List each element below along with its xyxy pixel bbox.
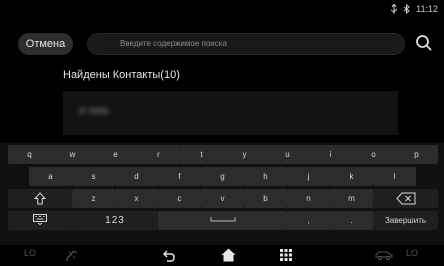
key-j[interactable]: j bbox=[287, 167, 330, 186]
key-period[interactable]: . bbox=[330, 211, 373, 230]
key-o[interactable]: o bbox=[352, 145, 395, 164]
key-t[interactable]: t bbox=[180, 145, 223, 164]
key-v[interactable]: v bbox=[201, 189, 244, 208]
key-a[interactable]: a bbox=[29, 167, 72, 186]
list-item[interactable]: ● ●●● bbox=[63, 91, 398, 135]
key-x[interactable]: x bbox=[115, 189, 158, 208]
key-m[interactable]: m bbox=[330, 189, 373, 208]
key-i[interactable]: i bbox=[309, 145, 352, 164]
search-row: Отмена Введите содержимое поиска bbox=[0, 33, 444, 57]
cancel-button[interactable]: Отмена bbox=[18, 33, 73, 55]
key-d[interactable]: d bbox=[115, 167, 158, 186]
space-icon bbox=[210, 217, 235, 222]
climate-right-label[interactable]: LO bbox=[406, 248, 418, 258]
usb-icon bbox=[391, 4, 398, 14]
climate-fan-icon[interactable] bbox=[64, 249, 78, 262]
key-n[interactable]: n bbox=[287, 189, 330, 208]
backspace-icon bbox=[395, 192, 415, 205]
contact-name-blurred: ● ●●● bbox=[79, 105, 109, 117]
car-icon[interactable] bbox=[375, 250, 393, 260]
bluetooth-icon bbox=[403, 4, 410, 14]
home-icon[interactable] bbox=[221, 248, 236, 262]
results-title: Найдены Контакты(10) bbox=[63, 69, 180, 81]
key-y[interactable]: y bbox=[223, 145, 266, 164]
key-w[interactable]: w bbox=[51, 145, 94, 164]
keyboard-switch-key[interactable] bbox=[8, 211, 72, 230]
key-u[interactable]: u bbox=[266, 145, 309, 164]
key-g[interactable]: g bbox=[201, 167, 244, 186]
key-c[interactable]: c bbox=[158, 189, 201, 208]
apps-grid-icon[interactable] bbox=[280, 249, 292, 261]
keyboard-icon bbox=[33, 214, 47, 226]
space-key[interactable] bbox=[158, 211, 287, 230]
key-k[interactable]: k bbox=[330, 167, 373, 186]
status-time: 11:12 bbox=[416, 4, 438, 14]
search-placeholder: Введите содержимое поиска bbox=[120, 39, 227, 48]
key-f[interactable]: f bbox=[158, 167, 201, 186]
back-icon[interactable] bbox=[163, 249, 175, 262]
status-icons: 11:12 bbox=[391, 4, 438, 14]
search-input[interactable]: Введите содержимое поиска bbox=[87, 33, 405, 55]
keyboard: q w e r t y u i o p a s d f g h j k l z … bbox=[0, 143, 444, 245]
status-bar: 11:12 bbox=[0, 0, 444, 22]
key-comma[interactable]: , bbox=[287, 211, 330, 230]
key-p[interactable]: p bbox=[395, 145, 438, 164]
key-h[interactable]: h bbox=[244, 167, 287, 186]
key-q[interactable]: q bbox=[8, 145, 51, 164]
key-b[interactable]: b bbox=[244, 189, 287, 208]
done-button[interactable]: Завершить bbox=[373, 211, 438, 230]
key-l[interactable]: l bbox=[373, 167, 416, 186]
backspace-key[interactable] bbox=[373, 189, 438, 208]
key-e[interactable]: e bbox=[94, 145, 137, 164]
nav-bar: LO LO bbox=[0, 245, 444, 266]
shift-icon bbox=[33, 192, 47, 205]
climate-left-label[interactable]: LO bbox=[24, 248, 36, 258]
numbers-key[interactable]: 123 bbox=[72, 211, 158, 230]
shift-key[interactable] bbox=[8, 189, 72, 208]
search-icon[interactable] bbox=[415, 34, 433, 52]
key-s[interactable]: s bbox=[72, 167, 115, 186]
key-z[interactable]: z bbox=[72, 189, 115, 208]
key-r[interactable]: r bbox=[137, 145, 180, 164]
